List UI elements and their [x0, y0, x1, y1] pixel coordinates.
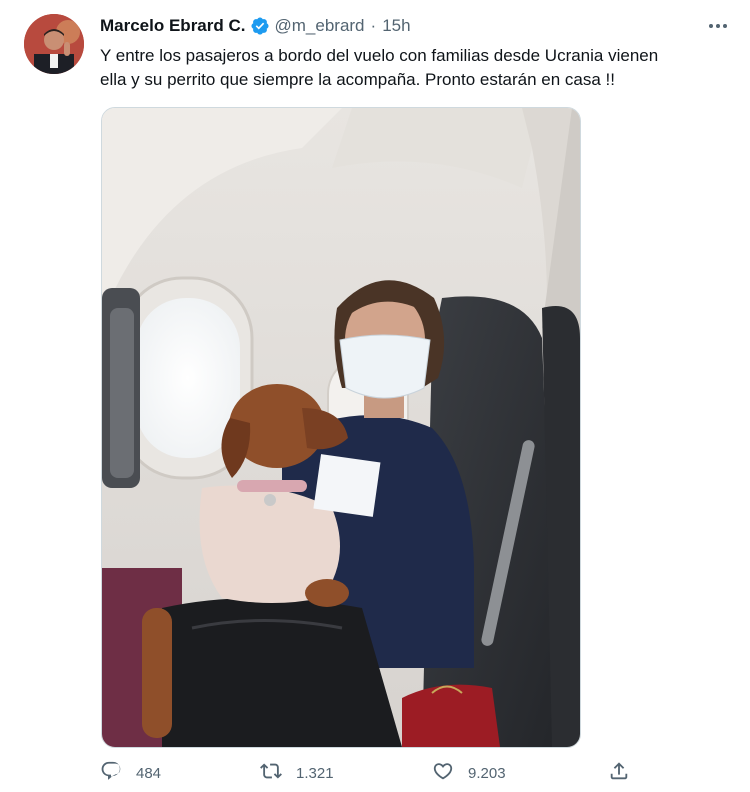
tweet-text-line: ella y su perrito que siempre la acompañ… — [100, 70, 616, 89]
more-icon[interactable] — [706, 14, 730, 38]
separator-dot: · — [370, 16, 377, 35]
reply-count: 484 — [136, 764, 162, 782]
author-avatar[interactable] — [24, 14, 84, 74]
share-icon — [608, 760, 630, 786]
avatar-image — [24, 14, 84, 74]
verified-badge-icon — [250, 16, 270, 36]
author-name[interactable]: Marcelo Ebrard C. — [100, 16, 246, 36]
tweet-text: Y entre los pasajeros a bordo del vuelo … — [100, 44, 730, 92]
retweet-icon — [260, 760, 282, 786]
share-button[interactable] — [608, 760, 630, 786]
photo-image — [102, 108, 580, 747]
like-count: 9.203 — [468, 764, 506, 782]
tweet-actions: 484 1.321 9.203 — [100, 760, 640, 790]
tweet-photo[interactable] — [101, 107, 581, 748]
tweet-header: Marcelo Ebrard C. @m_ebrard · 15h — [100, 14, 411, 38]
heart-icon — [432, 760, 454, 786]
tweet-timestamp[interactable]: 15h — [382, 16, 410, 36]
retweet-count: 1.321 — [296, 764, 334, 782]
author-handle[interactable]: @m_ebrard — [275, 16, 365, 36]
tweet-card[interactable]: Marcelo Ebrard C. @m_ebrard · 15h Y entr… — [0, 0, 750, 792]
like-button[interactable]: 9.203 — [432, 760, 506, 786]
retweet-button[interactable]: 1.321 — [260, 760, 334, 786]
tweet-text-line: Y entre los pasajeros a bordo del vuelo … — [100, 46, 659, 65]
reply-button[interactable]: 484 — [100, 760, 161, 786]
reply-icon — [100, 760, 122, 786]
